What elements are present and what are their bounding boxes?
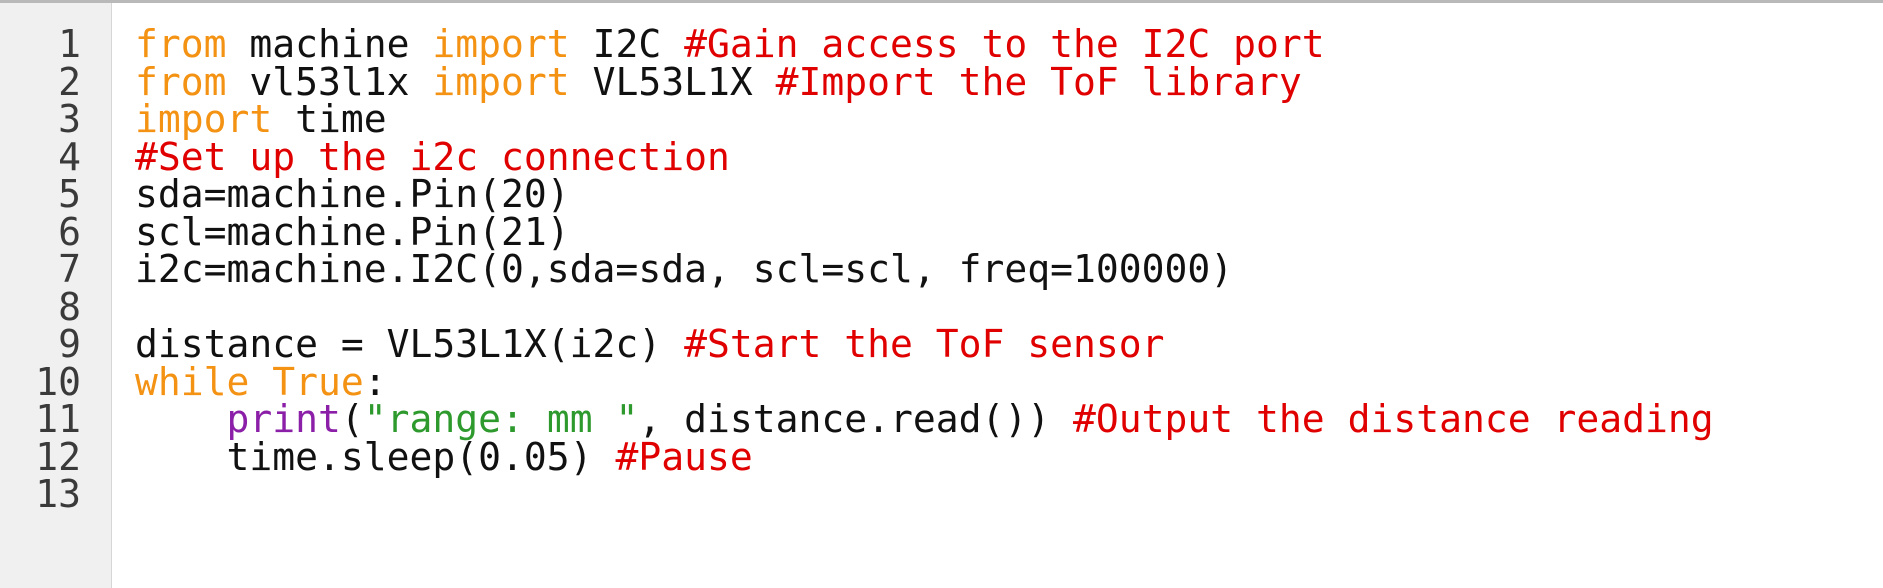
code-token-plain: time.sleep(0.05)	[135, 434, 616, 479]
code-token-comment: #Pause	[615, 434, 753, 479]
code-token-comment: #Start the ToF sensor	[684, 322, 1165, 366]
code-token-comment: #Import the ToF library	[775, 59, 1302, 104]
code-line: time.sleep(0.05) #Pause	[135, 435, 753, 480]
code-editor[interactable]: 1 2 3 4 5 6 7 8 9 10 11 12 13 from machine import I2…	[0, 0, 1883, 588]
code-token-comment: #Output the distance reading	[1073, 397, 1714, 441]
code-token-plain: VL53L1X	[569, 59, 776, 104]
line-number-gutter: 1 2 3 4 5 6 7 8 9 10 11 12 13	[0, 3, 112, 588]
code-token-keyword: import	[432, 59, 570, 104]
line-number: 13	[35, 472, 81, 516]
code-area[interactable]: from machine import I2C #Gain access to …	[135, 3, 1883, 588]
code-token-plain: i2c=machine.I2C(0,sda=sda, scl=scl, freq…	[135, 247, 1234, 291]
code-line: i2c=machine.I2C(0,sda=sda, scl=scl, freq…	[135, 247, 1233, 292]
